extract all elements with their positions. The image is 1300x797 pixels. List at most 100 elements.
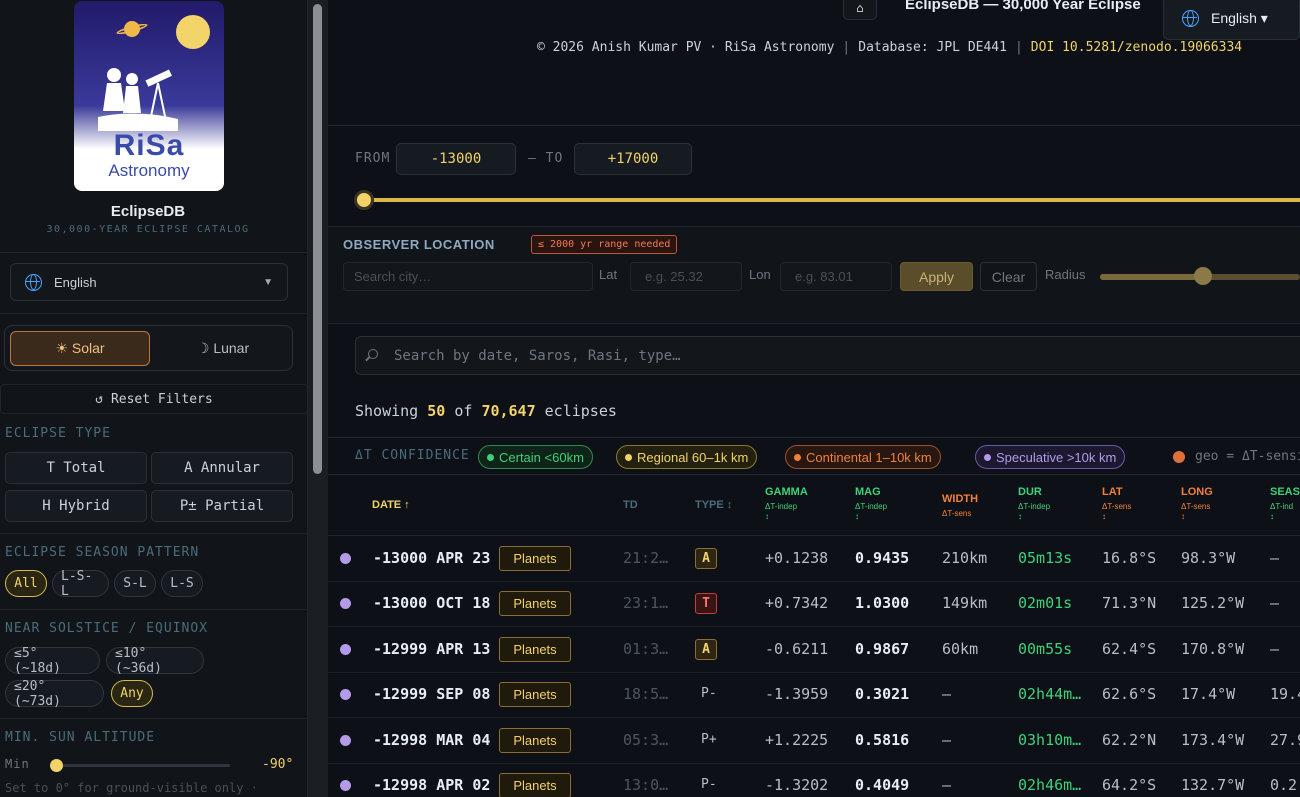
cell-gamma: -1.3959 (765, 685, 829, 703)
confidence-regional-chip[interactable]: Regional 60–1k km (616, 445, 758, 469)
type-partial-button[interactable]: P± Partial (151, 490, 293, 522)
table-row[interactable]: -12998 MAR 04 Planets 05:3… P+ +1.2225 0… (328, 718, 1300, 764)
planets-tag[interactable]: Planets (499, 637, 571, 662)
sidebar-scrollbar-thumb[interactable] (313, 4, 322, 474)
confidence-continental-chip[interactable]: Continental 1–10k km (785, 445, 941, 469)
confidence-dot-icon (340, 689, 351, 700)
radius-label: Radius (1045, 267, 1086, 282)
caret-down-icon: ▼ (263, 276, 273, 288)
season-all-pill[interactable]: All (5, 570, 47, 597)
cell-mag: 0.3021 (855, 685, 910, 703)
language-switcher[interactable]: English ▾ (1163, 0, 1300, 40)
cell-mag: 0.4049 (855, 776, 910, 794)
year-range-panel (328, 125, 1300, 225)
lon-label: Lon (749, 267, 771, 282)
cell-width: 210km (942, 549, 988, 567)
year-range-slider[interactable] (364, 198, 1300, 202)
divider (0, 252, 307, 253)
cell-date: -12998 APR 02 (373, 776, 491, 794)
divider (0, 313, 307, 314)
table-row[interactable]: -12998 APR 02 Planets 13:0… P- -1.3202 0… (328, 763, 1300, 797)
radius-slider-thumb[interactable] (1194, 267, 1212, 285)
clear-location-button[interactable]: Clear (980, 262, 1037, 291)
cell-gamma: +0.1238 (765, 549, 829, 567)
planets-tag[interactable]: Planets (499, 682, 571, 707)
planets-tag[interactable]: Planets (499, 591, 571, 616)
col-gamma-header[interactable]: GAMMA ΔT-indep ↕ (765, 486, 808, 521)
solar-mode-button[interactable]: ☀ Solar (10, 331, 150, 366)
sun-altitude-slider-thumb[interactable] (50, 759, 63, 772)
col-season-header[interactable]: SEAS ΔT-ind ↕ (1270, 486, 1300, 521)
range-to-label: — TO (528, 151, 564, 166)
sort-icon: ↕ (1102, 512, 1106, 521)
col-width-header[interactable]: WIDTH ΔT-sens (942, 493, 978, 518)
dot-icon (487, 453, 494, 461)
type-annular-button[interactable]: A Annular (151, 452, 293, 484)
cell-season: — (1270, 594, 1280, 612)
showing-prefix: Showing (355, 402, 419, 420)
solstice-10-pill[interactable]: ≤10° (~36d) (106, 646, 204, 676)
season-ls-pill[interactable]: L-S (161, 570, 203, 597)
solstice-5-pill[interactable]: ≤5° (~18d) (5, 646, 100, 676)
solstice-any-pill[interactable]: Any (111, 680, 153, 707)
table-row[interactable]: -13000 APR 23 Planets 21:2… A +0.1238 0.… (328, 536, 1300, 582)
table-row[interactable]: -13000 OCT 18 Planets 23:1… T +0.7342 1.… (328, 581, 1300, 627)
apply-location-button[interactable]: Apply (900, 262, 973, 291)
planets-tag[interactable]: Planets (499, 546, 571, 571)
year-range-slider-thumb[interactable] (354, 190, 374, 210)
season-sl-pill[interactable]: S-L (114, 570, 156, 597)
globe-icon (25, 273, 42, 291)
sort-icon: ↕ (855, 512, 859, 521)
season-lsl-pill[interactable]: L-S-L (52, 569, 109, 599)
type-total-button[interactable]: T Total (5, 452, 147, 484)
width-sub: ΔT-sens (942, 509, 972, 518)
observer-location-title: OBSERVER LOCATION (343, 237, 495, 252)
range-from-input[interactable]: -13000 (396, 143, 516, 175)
planets-tag[interactable]: Planets (499, 728, 571, 753)
doi-link[interactable]: DOI 10.5281/zenodo.19066334 (1031, 40, 1242, 55)
confidence-certain-chip[interactable]: Certain <60km (478, 445, 593, 469)
showing-suffix: eclipses (544, 402, 617, 420)
lat-input[interactable]: e.g. 25.32 (630, 262, 742, 291)
confidence-speculative-chip[interactable]: Speculative >10k km (975, 445, 1126, 469)
sun-altitude-value: -90° (262, 757, 294, 772)
reset-filters-button[interactable]: ↺ Reset Filters (0, 384, 307, 414)
col-date-header[interactable]: DATE ↑ (372, 499, 410, 511)
cell-gamma: -1.3202 (765, 776, 829, 794)
col-td-header[interactable]: TD (623, 499, 638, 511)
type-text: P+ (701, 732, 717, 747)
search-input[interactable]: Search by date, Saros, Rasi, type… (355, 336, 1300, 375)
home-icon: ⌂ (856, 1, 864, 15)
cell-dur: 03h10m… (1018, 731, 1082, 749)
sun-altitude-hint: Set to 0° for ground-visible only · (5, 781, 258, 795)
cell-season: — (1270, 549, 1280, 567)
type-hybrid-button[interactable]: H Hybrid (5, 490, 147, 522)
col-dur-header[interactable]: DUR ΔT-indep ↕ (1018, 486, 1050, 521)
home-button[interactable]: ⌂ (843, 0, 877, 20)
table-row[interactable]: -12999 APR 13 Planets 01:3… A -0.6211 0.… (328, 627, 1300, 673)
solstice-20-pill[interactable]: ≤20° (~73d) (5, 679, 104, 709)
cell-td: 05:3… (623, 731, 669, 749)
cell-long: 98.3°W (1181, 549, 1236, 567)
cell-date: -13000 OCT 18 (373, 594, 491, 612)
city-search-input[interactable]: Search city… (343, 262, 593, 291)
col-lat-header[interactable]: LAT ΔT-sens ↕ (1102, 486, 1131, 521)
col-type-header[interactable]: TYPE ↕ (695, 499, 732, 511)
language-select[interactable]: English ▼ (10, 263, 288, 301)
col-mag-header[interactable]: MAG ΔT-indep ↕ (855, 486, 887, 521)
globe-icon (1182, 9, 1199, 27)
lat-sub: ΔT-sens (1102, 502, 1132, 511)
range-to-input[interactable]: +17000 (574, 143, 692, 175)
planets-tag[interactable]: Planets (499, 773, 571, 797)
table-row[interactable]: -12999 SEP 08 Planets 18:5… P- -1.3959 0… (328, 672, 1300, 718)
sidebar-scrollbar[interactable] (308, 0, 328, 797)
lon-input[interactable]: e.g. 83.01 (780, 262, 892, 291)
search-placeholder: Search by date, Saros, Rasi, type… (394, 347, 681, 364)
confidence-label: ΔT CONFIDENCE (355, 448, 470, 463)
lunar-mode-button[interactable]: ☽ Lunar (153, 331, 293, 366)
width-title: WIDTH (942, 493, 979, 505)
showing-of: of (454, 402, 473, 420)
col-long-header[interactable]: LONG ΔT-sens ↕ (1181, 486, 1213, 521)
cell-lat: 16.8°S (1102, 549, 1157, 567)
sun-altitude-slider[interactable] (50, 764, 230, 767)
